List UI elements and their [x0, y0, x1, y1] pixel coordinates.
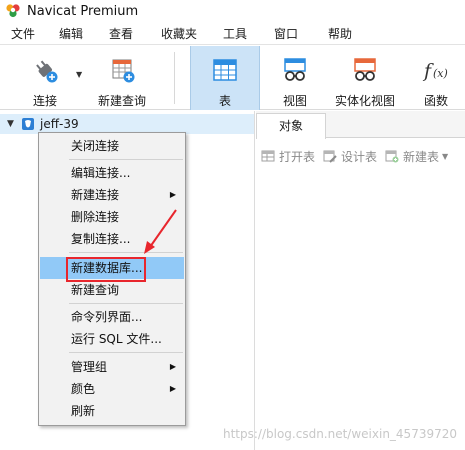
submenu-arrow-icon: ▶ — [169, 384, 176, 393]
mysql-connection-icon — [21, 117, 35, 131]
open-table-label: 打开表 — [279, 149, 316, 164]
function-button[interactable]: f (x) 函数 — [414, 46, 458, 110]
connect-dropdown-caret-icon[interactable]: ▼ — [76, 70, 82, 79]
menu-item-close-connection[interactable]: 关闭连接 — [40, 135, 184, 157]
menu-item-new-query[interactable]: 新建查询 — [40, 279, 184, 301]
menu-view[interactable]: 查看 — [103, 23, 139, 45]
table-icon — [209, 54, 241, 86]
new-table-dropdown-icon[interactable]: ▼ — [442, 152, 448, 161]
menu-item-label: 运行 SQL 文件... — [71, 332, 162, 346]
menu-separator — [69, 303, 183, 304]
navicat-logo-icon — [5, 3, 21, 19]
plug-connect-icon — [29, 54, 61, 86]
menu-item-label: 新建连接 — [71, 188, 120, 202]
object-toolbar: 打开表 设计表 新建表 ▼ — [256, 144, 465, 168]
menu-edit[interactable]: 编辑 — [53, 23, 89, 45]
menu-item-new-connection[interactable]: 新建连接 ▶ — [40, 184, 184, 206]
open-table-button[interactable]: 打开表 — [261, 148, 315, 165]
menu-item-command-line[interactable]: 命令列界面... — [40, 306, 184, 328]
menu-help[interactable]: 帮助 — [322, 23, 358, 45]
menu-item-label: 新建查询 — [71, 283, 120, 297]
connection-tree-item[interactable]: ▼ jeff-39 — [0, 114, 254, 134]
submenu-arrow-icon: ▶ — [169, 190, 176, 199]
menu-item-delete-connection[interactable]: 删除连接 — [40, 206, 184, 228]
tab-strip: 对象 — [256, 111, 465, 139]
design-table-label: 设计表 — [341, 149, 378, 164]
design-table-button[interactable]: 设计表 — [323, 148, 377, 165]
connect-label: 连接 — [32, 94, 57, 108]
annotation-highlight-box — [66, 257, 146, 282]
menu-separator — [69, 352, 183, 353]
new-table-button[interactable]: 新建表 ▼ — [385, 148, 448, 165]
menu-separator — [69, 159, 183, 160]
new-table-icon — [385, 149, 399, 163]
menu-item-label: 命令列界面... — [71, 310, 143, 324]
menu-item-copy-connection[interactable]: 复制连接... — [40, 228, 184, 250]
new-query-button[interactable]: 新建查询 — [92, 46, 152, 110]
submenu-arrow-icon: ▶ — [169, 362, 176, 371]
svg-text:(x): (x) — [433, 67, 448, 80]
menu-item-label: 复制连接... — [71, 232, 131, 246]
menu-item-refresh[interactable]: 刷新 — [40, 400, 184, 422]
menu-item-color[interactable]: 颜色 ▶ — [40, 378, 184, 400]
title-bar: Navicat Premium — [0, 0, 465, 22]
connect-button[interactable]: 连接 — [20, 46, 70, 110]
menu-favorites[interactable]: 收藏夹 — [155, 23, 203, 45]
function-label: 函数 — [423, 94, 448, 108]
view-button[interactable]: 视图 — [272, 46, 318, 110]
menu-item-run-sql-file[interactable]: 运行 SQL 文件... — [40, 328, 184, 350]
menu-item-manage-group[interactable]: 管理组 ▶ — [40, 356, 184, 378]
main-toolbar: 连接 ▼ 新建查询 表 视图 实体化视图 f (x) 函数 — [0, 46, 465, 110]
materialized-view-icon — [349, 54, 381, 86]
table-button[interactable]: 表 — [190, 46, 260, 110]
connection-name: jeff-39 — [40, 117, 79, 131]
menu-item-label: 关闭连接 — [71, 139, 120, 153]
open-table-icon — [261, 149, 275, 163]
menu-item-label: 编辑连接... — [71, 166, 131, 180]
expand-toggle-icon[interactable]: ▼ — [7, 119, 17, 129]
menu-separator — [69, 252, 183, 253]
menu-file[interactable]: 文件 — [5, 23, 41, 45]
new-query-icon — [106, 54, 138, 86]
menu-item-label: 管理组 — [71, 360, 108, 374]
view-label: 视图 — [282, 94, 307, 108]
new-query-label: 新建查询 — [97, 94, 146, 108]
toolbar-separator — [174, 52, 175, 104]
object-pane: 对象 打开表 设计表 新建表 ▼ — [256, 111, 465, 450]
view-glasses-icon — [279, 54, 311, 86]
window-title: Navicat Premium — [27, 3, 139, 19]
materialized-view-label: 实体化视图 — [334, 94, 395, 108]
function-fx-icon: f (x) — [420, 54, 452, 86]
menu-item-label: 刷新 — [71, 404, 96, 418]
materialized-view-button[interactable]: 实体化视图 — [332, 46, 398, 110]
table-label: 表 — [218, 94, 231, 108]
menu-window[interactable]: 窗口 — [268, 23, 304, 45]
new-table-label: 新建表 — [403, 149, 440, 164]
menu-item-label: 颜色 — [71, 382, 96, 396]
menu-item-edit-connection[interactable]: 编辑连接... — [40, 162, 184, 184]
menu-bar: 文件 编辑 查看 收藏夹 工具 窗口 帮助 — [0, 23, 465, 45]
watermark-text: https://blog.csdn.net/weixin_45739720 — [222, 427, 457, 441]
design-table-icon — [323, 149, 337, 163]
menu-tools[interactable]: 工具 — [217, 23, 253, 45]
menu-item-label: 删除连接 — [71, 210, 120, 224]
tab-objects[interactable]: 对象 — [256, 113, 326, 139]
